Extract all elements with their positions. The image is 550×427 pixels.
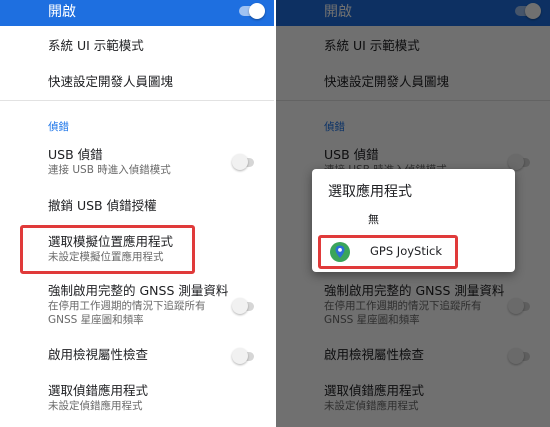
setting-subtitle: 未設定偵錯應用程式: [48, 400, 143, 412]
setting-revoke-usb-auth[interactable]: 撤銷 USB 偵錯授權: [48, 198, 157, 214]
setting-subtitle-line2: GNSS 星座圖和頻率: [48, 314, 144, 326]
developer-options-screen-with-dialog: 開啟 系統 UI 示範模式 快速設定開發人員圖塊 偵錯 USB 偵錯 連接 US…: [276, 0, 550, 427]
usb-debugging-switch[interactable]: [232, 154, 256, 170]
dialog-title: 選取應用程式: [328, 184, 412, 200]
setting-debug-app[interactable]: 選取偵錯應用程式 未設定偵錯應用程式: [48, 383, 148, 413]
setting-title: 系統 UI 示範模式: [48, 38, 144, 53]
highlight-box-gps-joystick: [318, 235, 458, 269]
setting-title: 選取偵錯應用程式: [48, 383, 149, 398]
master-toggle-switch[interactable]: [239, 2, 265, 20]
highlight-box-mock-location: [20, 225, 195, 274]
setting-view-attribute-inspection[interactable]: 啟用檢視屬性檢查: [48, 347, 148, 363]
screenshot-stage: 開啟 系統 UI 示範模式 快速設定開發人員圖塊 偵錯 USB 偵錯 連接 US…: [0, 0, 550, 427]
switch-knob: [232, 298, 248, 314]
setting-subtitle: 連接 USB 時進入偵錯模式: [48, 164, 171, 176]
section-divider: [0, 100, 274, 101]
setting-quick-tiles[interactable]: 快速設定開發人員圖塊: [48, 74, 173, 90]
select-app-dialog: 選取應用程式 無 GPS JoyStick: [312, 169, 515, 272]
switch-knob: [249, 3, 265, 19]
gnss-switch[interactable]: [232, 298, 256, 314]
setting-title: USB 偵錯: [48, 147, 103, 162]
developer-options-screen: 開啟 系統 UI 示範模式 快速設定開發人員圖塊 偵錯 USB 偵錯 連接 US…: [0, 0, 274, 427]
setting-system-ui-demo[interactable]: 系統 UI 示範模式: [48, 38, 144, 54]
setting-title: 強制啟用完整的 GNSS 測量資料: [48, 283, 229, 298]
switch-knob: [232, 154, 248, 170]
setting-usb-debugging[interactable]: USB 偵錯 連接 USB 時進入偵錯模式: [48, 147, 171, 177]
setting-title: 啟用檢視屬性檢查: [48, 347, 149, 362]
view-attribute-switch[interactable]: [232, 348, 256, 364]
master-toggle-bar[interactable]: 開啟: [0, 0, 274, 26]
section-label-debug: 偵錯: [48, 121, 69, 133]
setting-subtitle: 在停用工作週期的情況下追蹤所有: [48, 300, 206, 312]
setting-title: 快速設定開發人員圖塊: [48, 74, 174, 89]
setting-force-gnss[interactable]: 強制啟用完整的 GNSS 測量資料 在停用工作週期的情況下追蹤所有 GNSS 星…: [48, 283, 228, 327]
setting-title: 撤銷 USB 偵錯授權: [48, 198, 157, 213]
master-toggle-label: 開啟: [48, 4, 76, 20]
dialog-option-none[interactable]: 無: [368, 211, 379, 227]
switch-knob: [232, 348, 248, 364]
